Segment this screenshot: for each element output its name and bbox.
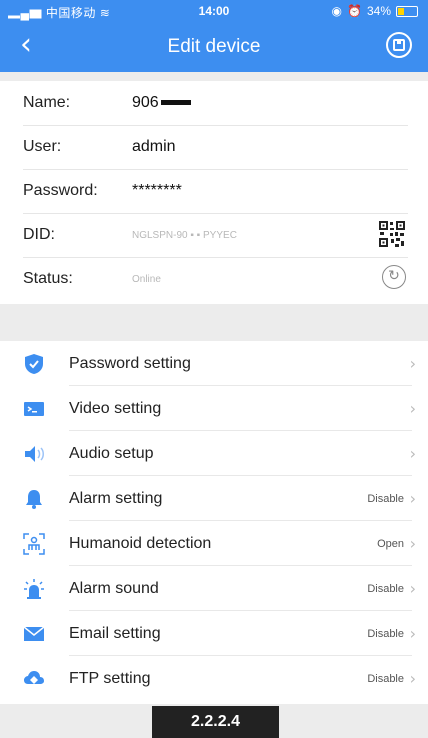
chevron-right-icon: ›: [409, 354, 416, 373]
alarm-setting-value: Disable: [367, 493, 404, 505]
qr-code-icon[interactable]: [378, 220, 406, 248]
user-label: User:: [23, 138, 62, 155]
save-icon: [393, 39, 405, 51]
menu-item-humanoid-detection[interactable]: Humanoid detection Open ›: [0, 521, 428, 566]
location-icon: ◉: [331, 4, 343, 18]
menu-item-video-setting[interactable]: Video setting ›: [0, 386, 428, 431]
battery-icon: [396, 5, 418, 17]
name-row[interactable]: Name: 906: [23, 81, 408, 126]
status-label: Status:: [23, 270, 73, 287]
chevron-right-icon: ›: [409, 624, 416, 643]
refresh-icon[interactable]: ↻: [382, 265, 406, 289]
video-icon: [24, 402, 44, 416]
mail-icon: [23, 626, 45, 641]
cloud-icon: [24, 671, 44, 684]
status-bar: ▂▄▆ 中国移动 ≋ 14:00 ◉ ⏰ 34%: [0, 0, 428, 22]
menu-item-ftp-setting[interactable]: FTP setting Disable ›: [0, 656, 428, 701]
chevron-right-icon: ›: [409, 399, 416, 418]
user-field[interactable]: admin: [132, 138, 176, 156]
menu-item-label: Alarm sound: [69, 580, 159, 597]
humanoid-icon: [23, 533, 45, 555]
password-row[interactable]: Password: ********: [23, 169, 408, 214]
status-row: Status: Online ↻: [23, 257, 408, 301]
nav-bar: ‹ Edit device: [0, 22, 428, 72]
page-title: Edit device: [167, 36, 261, 57]
menu-item-label: Video setting: [69, 400, 162, 417]
settings-menu: Password setting › Video setting › Audio…: [0, 341, 428, 704]
user-row[interactable]: User: admin: [23, 125, 408, 170]
menu-item-audio-setup[interactable]: Audio setup ›: [0, 431, 428, 476]
password-field[interactable]: ********: [132, 182, 182, 200]
humanoid-detection-value: Open: [377, 538, 404, 550]
password-label: Password:: [23, 182, 98, 199]
chevron-right-icon: ›: [409, 489, 416, 508]
chevron-right-icon: ›: [409, 534, 416, 553]
status-value: Online: [132, 274, 161, 285]
alarm-clock-icon: ⏰: [347, 4, 362, 18]
alarm-sound-value: Disable: [367, 583, 404, 595]
name-label: Name:: [23, 94, 71, 111]
bell-icon: [26, 490, 42, 509]
menu-item-label: Humanoid detection: [69, 535, 212, 552]
menu-item-password-setting[interactable]: Password setting ›: [0, 341, 428, 386]
version-badge: 2.2.2.4: [152, 706, 279, 738]
shield-icon: [25, 354, 43, 374]
chevron-right-icon: ›: [409, 579, 416, 598]
menu-item-label: FTP setting: [69, 670, 151, 687]
redaction-mark: [160, 100, 191, 106]
chevron-right-icon: ›: [409, 444, 416, 463]
siren-icon: [24, 579, 44, 599]
menu-item-label: Alarm setting: [69, 490, 163, 507]
menu-item-alarm-setting[interactable]: Alarm setting Disable ›: [0, 476, 428, 521]
speaker-icon: [25, 446, 44, 462]
menu-item-label: Password setting: [69, 355, 191, 372]
did-row: DID: NGLSPN-90 ▪ ▪ PYYEC: [23, 213, 408, 258]
device-info-panel: Name: 906 User: admin Password: ********…: [0, 81, 428, 304]
menu-item-email-setting[interactable]: Email setting Disable ›: [0, 611, 428, 656]
did-label: DID:: [23, 226, 55, 243]
chevron-right-icon: ›: [409, 669, 416, 688]
did-value: NGLSPN-90 ▪ ▪ PYYEC: [132, 230, 237, 241]
battery-percent: 34%: [366, 4, 391, 18]
name-field[interactable]: 906: [132, 94, 191, 112]
email-setting-value: Disable: [367, 628, 404, 640]
save-button[interactable]: [386, 32, 412, 58]
menu-item-label: Email setting: [69, 625, 161, 642]
status-right: ◉ ⏰ 34%: [332, 4, 418, 18]
menu-item-label: Audio setup: [69, 445, 154, 462]
menu-item-alarm-sound[interactable]: Alarm sound Disable ›: [0, 566, 428, 611]
ftp-setting-value: Disable: [367, 673, 404, 685]
